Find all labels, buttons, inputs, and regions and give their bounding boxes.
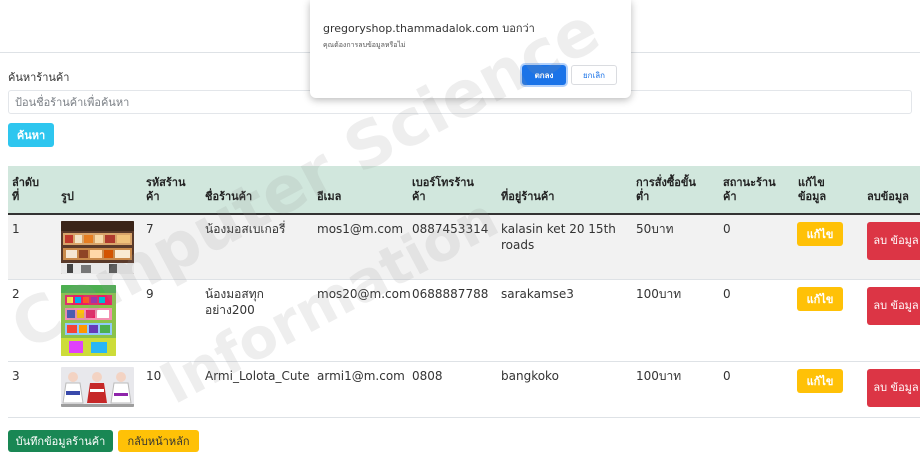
delete-button[interactable]: ลบ ข้อมูล — [867, 287, 920, 325]
cell-phone: 0887453314 — [412, 222, 489, 236]
header-code-line2: ค้า — [146, 190, 160, 203]
edit-button[interactable]: แก้ไข — [797, 369, 843, 393]
cell-phone: 0688887788 — [412, 287, 489, 301]
edit-button[interactable]: แก้ไข — [797, 222, 843, 246]
header-email: อีเมล — [317, 190, 342, 203]
cell-status: 0 — [723, 369, 731, 383]
store-image — [61, 221, 134, 274]
save-store-button[interactable]: บันทึกข้อมูลร้านค้า — [8, 430, 113, 452]
dialog-title: gregoryshop.thammadalok.com บอกว่า — [323, 22, 535, 35]
cell-status: 0 — [723, 222, 731, 236]
cell-email: mos1@m.com — [317, 222, 404, 236]
header-image: รูป — [61, 190, 74, 203]
back-home-button[interactable]: กลับหน้าหลัก — [118, 430, 199, 452]
store-image — [61, 285, 116, 356]
dialog-ok-button[interactable]: ตกลง — [522, 65, 566, 85]
table-header: ลำดับ ที่ รูป รหัสร้าน ค้า ชื่อร้านค้า อ… — [8, 166, 920, 215]
header-edit-line1: แก้ไข — [798, 176, 825, 189]
header-status-line1: สถานะร้าน — [723, 176, 776, 189]
header-status: สถานะร้าน ค้า — [723, 176, 776, 204]
header-edit-line2: ข้อมูล — [798, 190, 827, 203]
table-row: 2 9 น้องมอสทุก อย่าง200 mos20@m.com 0688… — [8, 280, 920, 362]
header-phone-line2: ค้า — [412, 190, 426, 203]
cell-address: sarakamse3 — [501, 287, 574, 301]
header-min-order-line2: ต่ำ — [636, 190, 650, 203]
edit-button[interactable]: แก้ไข — [797, 287, 843, 311]
delete-button[interactable]: ลบ ข้อมูล — [867, 222, 920, 260]
cell-min-order: 100บาท — [636, 287, 682, 301]
dialog-message: คุณต้องการลบข้อมูลหรือไม่ — [323, 41, 406, 49]
confirm-dialog: gregoryshop.thammadalok.com บอกว่า คุณต้… — [310, 0, 631, 98]
cell-address: bangkoko — [501, 369, 559, 383]
header-phone-line1: เบอร์โทรร้าน — [412, 176, 474, 189]
table-row: 1 7 น้องมอสเบเกอรี่ mos1@m.com 088745331… — [8, 215, 920, 280]
header-delete: ลบข้อมูล — [867, 190, 909, 203]
header-phone: เบอร์โทรร้าน ค้า — [412, 176, 474, 204]
cell-code: 7 — [146, 222, 154, 236]
cell-min-order: 100บาท — [636, 369, 682, 383]
header-code: รหัสร้าน ค้า — [146, 176, 185, 204]
cell-phone: 0808 — [412, 369, 443, 383]
header-edit: แก้ไข ข้อมูล — [798, 176, 826, 204]
cell-email: armi1@m.com — [317, 369, 405, 383]
header-no-line2: ที่ — [12, 190, 20, 203]
cell-no: 1 — [12, 222, 20, 236]
header-status-line2: ค้า — [723, 190, 737, 203]
cell-status: 0 — [723, 287, 731, 301]
header-name: ชื่อร้านค้า — [205, 190, 253, 203]
store-image — [61, 367, 134, 407]
delete-button[interactable]: ลบ ข้อมูล — [867, 369, 920, 407]
cell-email: mos20@m.com — [317, 287, 411, 301]
table-row: 3 10 Armi_Lolota_Cute armi1@m.com 0808 b… — [8, 362, 920, 418]
cell-code: 10 — [146, 369, 162, 383]
cell-no: 3 — [12, 369, 20, 383]
cell-min-order: 50บาท — [636, 222, 674, 236]
search-button[interactable]: ค้นหา — [8, 123, 54, 147]
search-label: ค้นหาร้านค้า — [8, 71, 70, 84]
cell-address: kalasin ket 20 15th roads — [501, 222, 616, 252]
header-min-order: การสั่งซื้อขั้น ต่ำ — [636, 176, 696, 204]
header-no: ลำดับ ที่ — [12, 176, 39, 204]
cell-name: น้องมอสทุก อย่าง200 — [205, 287, 264, 317]
cell-code: 9 — [146, 287, 154, 301]
header-code-line1: รหัสร้าน — [146, 176, 186, 189]
dialog-cancel-button[interactable]: ยกเลิก — [571, 65, 617, 85]
header-no-line1: ลำดับ — [12, 176, 40, 189]
cell-no: 2 — [12, 287, 20, 301]
header-address: ที่อยู่ร้านค้า — [501, 190, 555, 203]
cell-name: Armi_Lolota_Cute — [205, 369, 310, 383]
header-min-order-line1: การสั่งซื้อขั้น — [636, 176, 696, 189]
cell-name: น้องมอสเบเกอรี่ — [205, 222, 286, 236]
